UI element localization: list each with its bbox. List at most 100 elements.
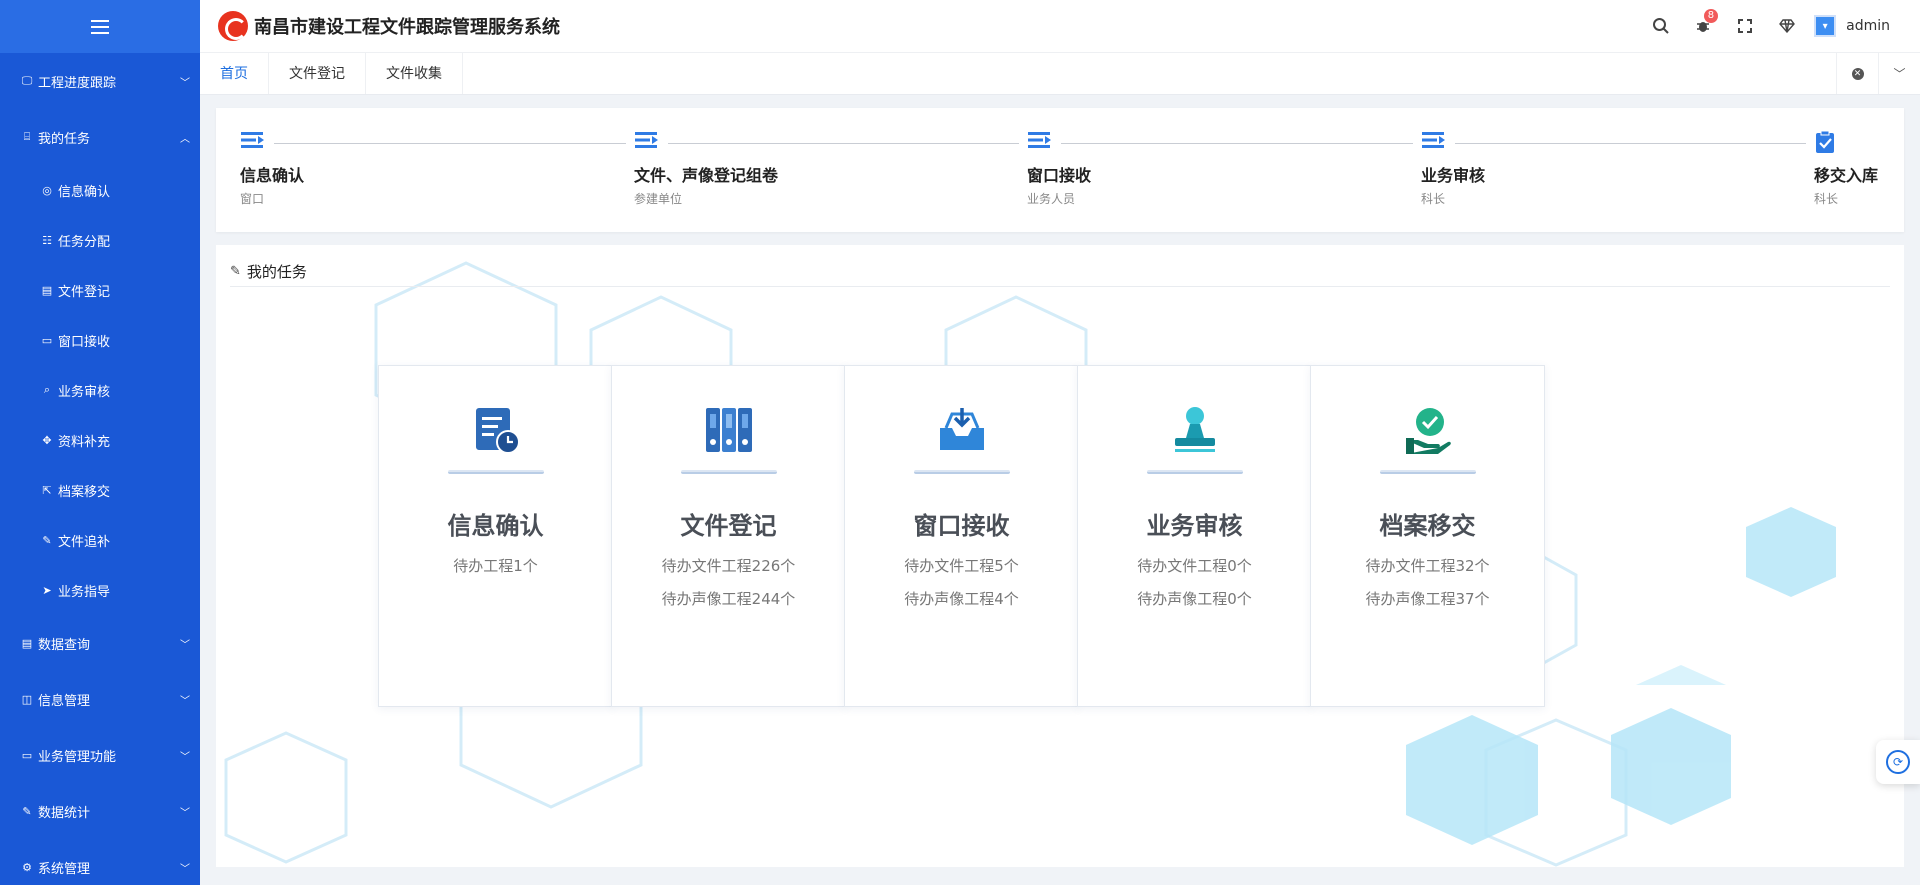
- tab-2[interactable]: 文件收集: [366, 53, 463, 94]
- document-icon: ▤: [21, 636, 33, 650]
- chevron-up-icon: ︿: [180, 133, 190, 145]
- sidebar-item-5[interactable]: ✥ 资料补充: [0, 415, 200, 465]
- divider: [1146, 470, 1243, 474]
- sidebar-group-my-tasks[interactable]: ⌸ 我的任务 ︿: [0, 109, 200, 165]
- tab-bar: 首页 文件登记 文件收集 ✕ ﹀: [200, 53, 1920, 95]
- external-link-icon: ⇱: [42, 483, 52, 497]
- step-connector: [1455, 143, 1806, 144]
- diamond-icon: [1779, 19, 1796, 33]
- fullscreen-button[interactable]: [1724, 0, 1766, 53]
- hand-check-icon: [1402, 404, 1454, 456]
- fullscreen-icon: [1738, 19, 1753, 33]
- task-card[interactable]: 文件登记 待办文件工程226个 待办声像工程244个: [611, 365, 846, 707]
- sidebar-item-0[interactable]: ◎ 信息确认: [0, 165, 200, 215]
- chevron-down-icon: ﹀: [180, 77, 190, 89]
- card-title: 业务审核: [1146, 512, 1243, 540]
- sidebar-item-2[interactable]: ▤ 文件登记: [0, 265, 200, 315]
- workflow-step: 移交入库 科长: [1814, 130, 1878, 207]
- card-title: 文件登记: [680, 512, 777, 540]
- sidebar-item-label: 业务指导: [58, 584, 111, 600]
- divider: [913, 470, 1010, 474]
- my-tasks-panel: ✎ 我的任务 信息确认 待办工程1个 文件登记 待办文件工程226个 待办声像工…: [216, 245, 1904, 867]
- search-icon: [1653, 18, 1669, 34]
- floating-assistant-button[interactable]: ⟳: [1876, 740, 1920, 784]
- chevron-down-icon: ﹀: [180, 751, 190, 763]
- sidebar-item-6[interactable]: ⇱ 档案移交: [0, 465, 200, 515]
- panel-title: 我的任务: [246, 263, 307, 281]
- refresh-icon: ⟳: [1886, 750, 1910, 774]
- chevron-down-icon: ﹀: [180, 639, 190, 651]
- sidebar-item-label: 业务审核: [58, 384, 111, 400]
- sidebar-item-label: 信息确认: [58, 184, 111, 200]
- divider: [1379, 470, 1476, 474]
- app-title: 南昌市建设工程文件跟踪管理服务系统: [254, 17, 560, 38]
- card-pending-media: 待办声像工程37个: [1365, 590, 1490, 608]
- list-icon: ☷: [42, 233, 52, 247]
- card-title: 信息确认: [447, 512, 544, 540]
- info-confirm-icon: ◎: [42, 183, 52, 197]
- username-label[interactable]: admin: [1846, 18, 1890, 34]
- briefcase-icon: ⌸: [23, 130, 31, 143]
- stamp-icon: [1169, 404, 1221, 456]
- card-pending-media: 待办声像工程4个: [904, 590, 1019, 608]
- sidebar-group-bottom-2[interactable]: ▭ 业务管理功能 ﹀: [0, 727, 200, 783]
- chevron-down-icon: ﹀: [1893, 67, 1906, 81]
- sidebar-item-label: 资料补充: [58, 434, 111, 450]
- flow-step-icon: [634, 130, 660, 154]
- panel-header: ✎ 我的任务: [230, 257, 1890, 287]
- sidebar-group-label: 工程进度跟踪: [38, 75, 117, 91]
- clipboard-check-icon: [1814, 130, 1840, 154]
- theme-button[interactable]: [1766, 0, 1808, 53]
- divider: [447, 470, 544, 474]
- task-card[interactable]: 档案移交 待办文件工程32个 待办声像工程37个: [1310, 365, 1545, 707]
- sidebar-item-4[interactable]: ⌕ 业务审核: [0, 365, 200, 415]
- workflow-step: 文件、声像登记组卷 参建单位: [634, 130, 778, 207]
- monitor-icon: 🖵: [21, 74, 33, 87]
- tab-1[interactable]: 文件登记: [269, 53, 366, 94]
- top-header: 南昌市建设工程文件跟踪管理服务系统 8 ▾ admin: [200, 0, 1920, 53]
- card-title: 窗口接收: [913, 512, 1010, 540]
- sidebar-group-label: 数据统计: [38, 805, 91, 821]
- avatar[interactable]: ▾: [1814, 15, 1837, 37]
- sidebar-item-3[interactable]: ▭ 窗口接收: [0, 315, 200, 365]
- sidebar-item-1[interactable]: ☷ 任务分配: [0, 215, 200, 265]
- sidebar-toggle-button[interactable]: [0, 0, 200, 53]
- edit-icon: ✎: [230, 264, 241, 279]
- tab-0[interactable]: 首页: [200, 53, 269, 94]
- sidebar-item-label: 文件追补: [58, 534, 111, 550]
- sidebar-group-bottom-1[interactable]: ◫ 信息管理 ﹀: [0, 671, 200, 727]
- card-pending-files: 待办文件工程226个: [661, 557, 796, 575]
- inbox-download-icon: [936, 404, 988, 456]
- step-connector: [1061, 143, 1413, 144]
- sidebar-item-8[interactable]: ➤ 业务指导: [0, 565, 200, 615]
- sidebar-group-top-0[interactable]: 🖵 工程进度跟踪 ﹀: [0, 53, 200, 109]
- step-title: 文件、声像登记组卷: [634, 166, 779, 185]
- tab-menu-button[interactable]: ﹀: [1878, 53, 1920, 94]
- workflow-steps: 信息确认 窗口 文件、声像登记组卷 参建单位 窗口接收 业务人员 业务审核 科长…: [216, 108, 1904, 232]
- step-subtitle: 业务人员: [1027, 192, 1076, 206]
- task-card[interactable]: 信息确认 待办工程1个: [378, 365, 613, 707]
- step-title: 窗口接收: [1027, 166, 1092, 185]
- task-card[interactable]: 业务审核 待办文件工程0个 待办声像工程0个: [1077, 365, 1312, 707]
- sidebar-group-bottom-3[interactable]: ✎ 数据统计 ﹀: [0, 783, 200, 839]
- sidebar-group-label: 业务管理功能: [38, 749, 117, 765]
- search-icon: ⌕: [43, 383, 51, 396]
- sidebar-group-label: 系统管理: [38, 861, 91, 877]
- edit-icon: ✎: [22, 804, 32, 818]
- gear-icon: ⚙: [22, 860, 32, 874]
- step-title: 信息确认: [240, 166, 305, 185]
- task-card[interactable]: 窗口接收 待办文件工程5个 待办声像工程4个: [844, 365, 1079, 707]
- hamburger-menu-icon: [91, 19, 109, 34]
- sidebar-item-7[interactable]: ✎ 文件追补: [0, 515, 200, 565]
- notification-button[interactable]: 8: [1682, 0, 1724, 53]
- close-tabs-button[interactable]: ✕: [1836, 53, 1878, 94]
- divider: [680, 470, 777, 474]
- card-pending-files: 待办文件工程0个: [1137, 557, 1252, 575]
- send-icon: ➤: [42, 583, 52, 597]
- sidebar-group-bottom-0[interactable]: ▤ 数据查询 ﹀: [0, 615, 200, 671]
- search-button[interactable]: [1640, 0, 1682, 53]
- sidebar-group-bottom-4[interactable]: ⚙ 系统管理 ﹀: [0, 839, 200, 885]
- step-subtitle: 参建单位: [634, 192, 683, 206]
- sidebar-item-label: 文件登记: [58, 284, 111, 300]
- chevron-down-icon: ﹀: [180, 695, 190, 707]
